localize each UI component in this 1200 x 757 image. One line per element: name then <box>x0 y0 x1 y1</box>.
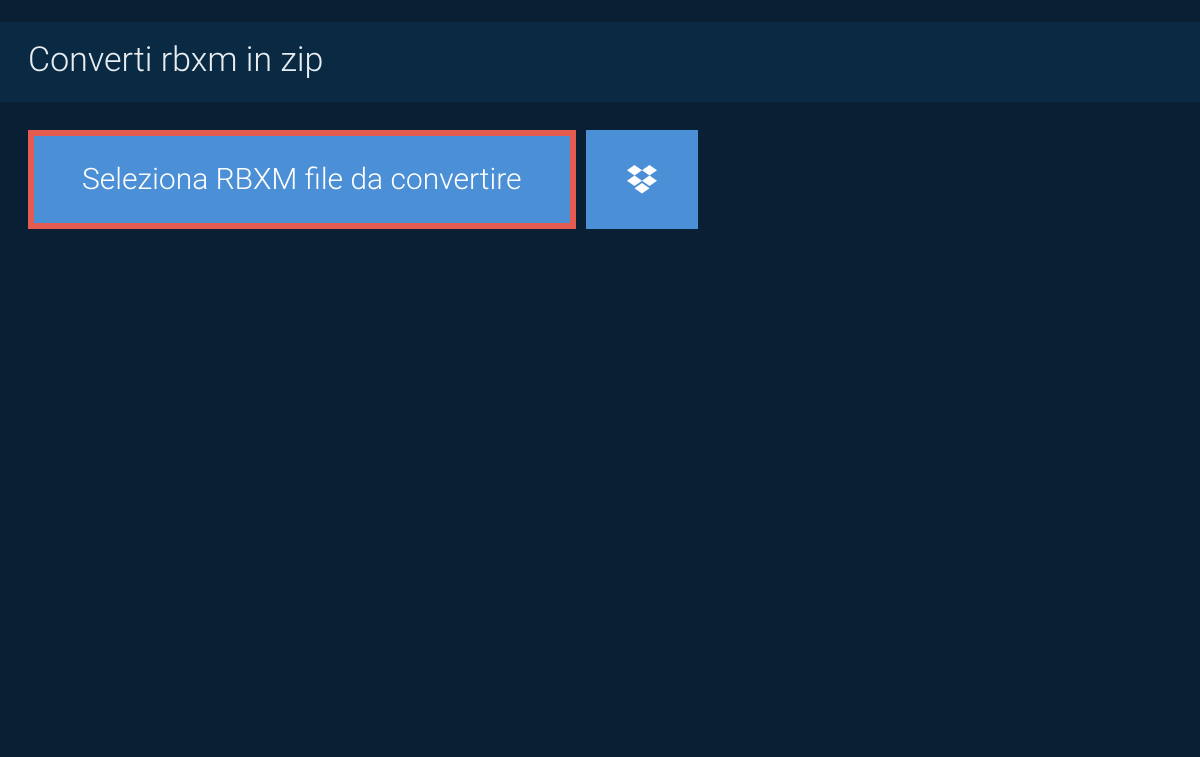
select-file-button[interactable]: Seleziona RBXM file da convertire <box>34 136 570 223</box>
action-row: Seleziona RBXM file da convertire <box>0 102 1200 257</box>
dropbox-button[interactable] <box>586 130 698 229</box>
dropbox-icon <box>624 162 660 198</box>
button-group: Seleziona RBXM file da convertire <box>28 130 1200 229</box>
select-file-highlight: Seleziona RBXM file da convertire <box>28 130 576 229</box>
select-file-label: Seleziona RBXM file da convertire <box>82 162 522 197</box>
bottom-area <box>0 257 1200 757</box>
page-title: Converti rbxm in zip <box>28 40 323 80</box>
top-bar <box>0 0 1200 22</box>
page-title-tab: Converti rbxm in zip <box>0 22 363 102</box>
